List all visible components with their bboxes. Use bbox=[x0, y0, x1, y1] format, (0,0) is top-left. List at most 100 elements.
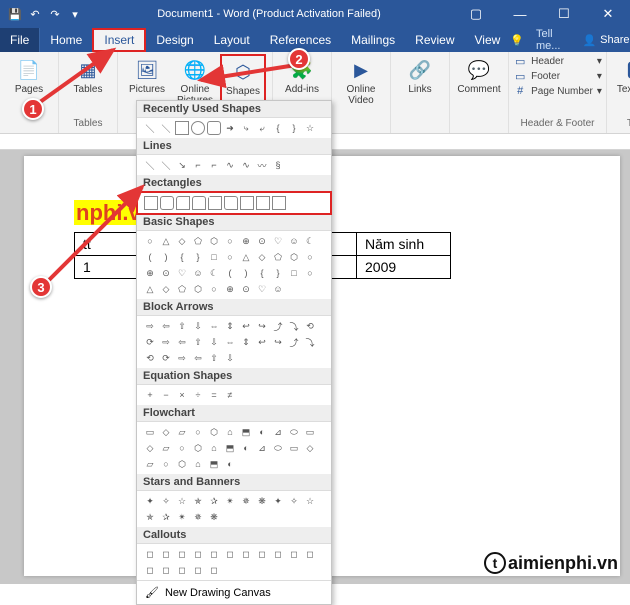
comment-button[interactable]: 💬 Comment bbox=[456, 54, 502, 95]
shape-item[interactable]: ◻ bbox=[191, 547, 205, 561]
shape-item[interactable]: ✦ bbox=[143, 494, 157, 508]
shape-item[interactable]: ✦ bbox=[271, 494, 285, 508]
shape-item[interactable]: ⇨ bbox=[143, 319, 157, 333]
shape-item[interactable]: ☺ bbox=[271, 282, 285, 296]
shape-connector[interactable]: ⤷ bbox=[239, 121, 253, 135]
shape-item[interactable]: ⌂ bbox=[207, 441, 221, 455]
shape-item[interactable]: ⇩ bbox=[223, 351, 237, 365]
header-button[interactable]: ▭Header▾ bbox=[509, 54, 606, 68]
close-button[interactable]: ✕ bbox=[586, 0, 630, 28]
shape-item[interactable]: ⇦ bbox=[159, 319, 173, 333]
shape-item[interactable]: ✴ bbox=[223, 494, 237, 508]
shape-item[interactable]: □ bbox=[287, 266, 301, 280]
pages-button[interactable]: 📄 Pages bbox=[6, 54, 52, 95]
shape-item[interactable]: ▭ bbox=[287, 441, 301, 455]
shape-item[interactable]: ◻ bbox=[143, 547, 157, 561]
shape-item[interactable]: ⇧ bbox=[207, 351, 221, 365]
shape-star[interactable]: ☆ bbox=[303, 121, 317, 135]
shape-plus[interactable]: + bbox=[143, 388, 157, 402]
shape-rect[interactable] bbox=[208, 196, 222, 210]
shape-item[interactable]: ⬒ bbox=[223, 441, 237, 455]
shape-item[interactable]: ◻ bbox=[255, 547, 269, 561]
shape-rectangle[interactable] bbox=[175, 121, 189, 135]
shape-line2[interactable]: ＼ bbox=[159, 121, 173, 135]
shape-scribble[interactable]: § bbox=[271, 158, 285, 172]
tell-me-input[interactable]: Tell me... bbox=[528, 28, 568, 52]
shape-item[interactable]: { bbox=[175, 250, 189, 264]
shape-rect[interactable] bbox=[256, 196, 270, 210]
shape-minus[interactable]: − bbox=[159, 388, 173, 402]
tab-layout[interactable]: Layout bbox=[204, 28, 260, 52]
shape-item[interactable]: ▱ bbox=[159, 441, 173, 455]
shape-item[interactable]: ◻ bbox=[175, 563, 189, 577]
shape-item[interactable]: ↩ bbox=[239, 319, 253, 333]
shape-item[interactable]: ☾ bbox=[303, 234, 317, 248]
shape-item[interactable]: { bbox=[255, 266, 269, 280]
shape-rect[interactable] bbox=[272, 196, 286, 210]
shape-item[interactable]: ◻ bbox=[223, 547, 237, 561]
tables-button[interactable]: ▦ Tables bbox=[65, 54, 111, 95]
shape-item[interactable]: ⇦ bbox=[175, 335, 189, 349]
shape-item[interactable]: ⊕ bbox=[143, 266, 157, 280]
shape-item[interactable]: ○ bbox=[223, 250, 237, 264]
shape-item[interactable]: ⌂ bbox=[223, 425, 237, 439]
shape-item[interactable]: ○ bbox=[207, 282, 221, 296]
shape-connector2[interactable]: ⤶ bbox=[255, 121, 269, 135]
shape-item[interactable]: ✰ bbox=[159, 510, 173, 524]
shape-item[interactable]: ⇔ bbox=[223, 335, 237, 349]
shape-item[interactable]: ⊿ bbox=[271, 425, 285, 439]
shape-item[interactable]: ☾ bbox=[207, 266, 221, 280]
shape-item[interactable]: ⊙ bbox=[159, 266, 173, 280]
shape-item[interactable]: △ bbox=[159, 234, 173, 248]
shape-item[interactable]: ◐ bbox=[239, 441, 253, 455]
shape-item[interactable]: ◇ bbox=[303, 441, 317, 455]
shape-line[interactable]: ＼ bbox=[143, 158, 157, 172]
shape-item[interactable]: ○ bbox=[303, 266, 317, 280]
shape-item[interactable]: ○ bbox=[223, 234, 237, 248]
page-number-button[interactable]: #Page Number▾ bbox=[509, 84, 606, 98]
shape-item[interactable]: ⬒ bbox=[207, 457, 221, 471]
shape-item[interactable]: ⇩ bbox=[207, 335, 221, 349]
shape-item[interactable]: ⇧ bbox=[175, 319, 189, 333]
table-cell[interactable]: Năm sinh bbox=[357, 233, 451, 256]
shape-item[interactable]: ⊙ bbox=[239, 282, 253, 296]
redo-icon[interactable]: ↷ bbox=[46, 5, 64, 23]
shape-item[interactable]: ♡ bbox=[175, 266, 189, 280]
tab-home[interactable]: Home bbox=[40, 28, 92, 52]
shape-item[interactable]: ○ bbox=[303, 250, 317, 264]
shape-item[interactable]: ◐ bbox=[255, 425, 269, 439]
shape-item[interactable]: ▱ bbox=[143, 457, 157, 471]
shape-line[interactable]: ↘ bbox=[175, 158, 189, 172]
shape-item[interactable]: ( bbox=[223, 266, 237, 280]
shape-item[interactable]: ◇ bbox=[175, 234, 189, 248]
tab-insert[interactable]: Insert bbox=[92, 28, 146, 52]
shape-item[interactable]: ❋ bbox=[255, 494, 269, 508]
shape-item[interactable]: ◇ bbox=[143, 441, 157, 455]
shape-item[interactable]: ⇕ bbox=[223, 319, 237, 333]
shape-rounded-rect[interactable] bbox=[207, 121, 221, 135]
shape-item[interactable]: ☺ bbox=[191, 266, 205, 280]
shape-item[interactable]: ⇨ bbox=[175, 351, 189, 365]
shape-item[interactable]: ◻ bbox=[239, 547, 253, 561]
shape-item[interactable]: ▭ bbox=[303, 425, 317, 439]
shape-item[interactable]: ☺ bbox=[287, 234, 301, 248]
shape-item[interactable]: ◻ bbox=[175, 547, 189, 561]
shape-item[interactable]: ⇨ bbox=[159, 335, 173, 349]
shape-oval[interactable] bbox=[191, 121, 205, 135]
shape-item[interactable]: ⬠ bbox=[191, 234, 205, 248]
shape-item[interactable]: ✯ bbox=[143, 510, 157, 524]
shape-item[interactable]: ✵ bbox=[191, 510, 205, 524]
shape-brace[interactable]: { bbox=[271, 121, 285, 135]
qat-dropdown-icon[interactable]: ▾ bbox=[66, 5, 84, 23]
shape-item[interactable]: ⬡ bbox=[207, 425, 221, 439]
tab-view[interactable]: View bbox=[465, 28, 511, 52]
shape-item[interactable]: ⤴ bbox=[271, 319, 285, 333]
table-cell[interactable]: 2009 bbox=[357, 256, 451, 279]
shape-item[interactable]: △ bbox=[143, 282, 157, 296]
minimize-button[interactable]: — bbox=[498, 0, 542, 28]
ribbon-options-icon[interactable]: ▢ bbox=[454, 0, 498, 28]
shape-item[interactable]: ◐ bbox=[223, 457, 237, 471]
shape-rect[interactable] bbox=[224, 196, 238, 210]
shape-item[interactable]: ↩ bbox=[255, 335, 269, 349]
shape-item[interactable]: ✧ bbox=[287, 494, 301, 508]
